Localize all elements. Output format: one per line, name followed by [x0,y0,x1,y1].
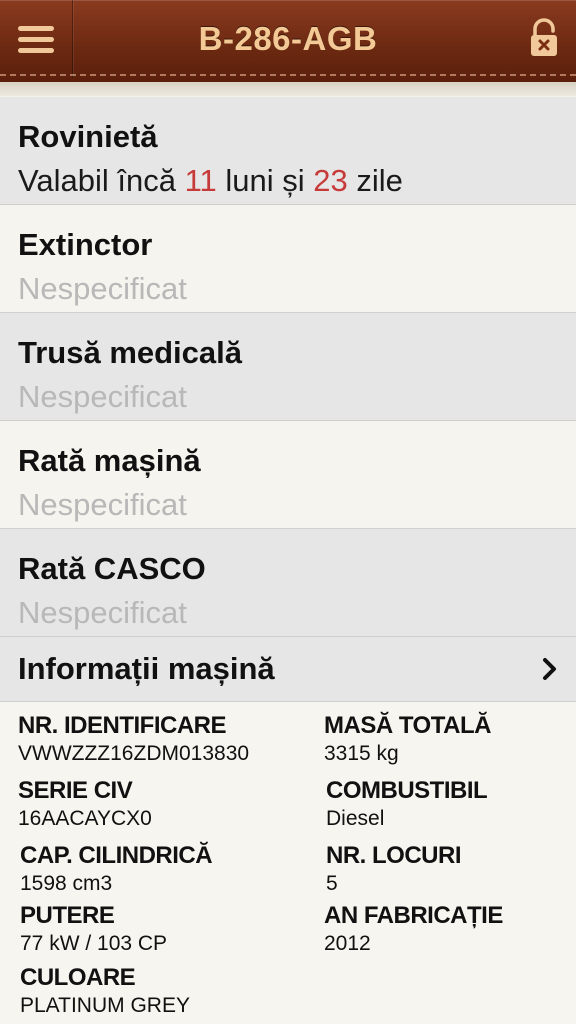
detail-identificare: NR. IDENTIFICARE VWWZZZ16ZDM013830 [18,712,250,765]
row-value: Nespecificat [18,379,187,414]
row-label: Rată CASCO [18,551,206,586]
row-value: Nespecificat [18,487,187,522]
row-rovinieta[interactable]: Rovinietă Valabil încă 11 luni și 23 zil… [0,97,576,205]
header-shadow [0,82,576,96]
page-title: B-286-AGB [198,20,378,57]
chevron-right-icon [543,658,556,680]
detail-combustibil: COMBUSTIBIL Diesel [326,777,488,830]
detail-nr-locuri: NR. LOCURI 5 [326,842,462,895]
car-details: NR. IDENTIFICARE VWWZZZ16ZDM013830 MASĂ … [0,702,576,1024]
row-value: Nespecificat [18,595,187,630]
car-info-row[interactable]: Informații mașină [0,637,576,702]
days-count: 23 [313,163,348,198]
lock-button[interactable] [528,18,560,58]
row-extinctor[interactable]: Extinctor Nespecificat [0,205,576,313]
detail-cap-cilindrica: CAP. CILINDRICĂ 1598 cm3 [20,842,213,895]
detail-culoare: CULOARE PLATINUM GREY [20,964,190,1017]
rovinieta-validity: Valabil încă 11 luni și 23 zile [18,163,403,198]
row-label: Rată mașină [18,443,201,478]
detail-masa-totala: MASĂ TOTALĂ 3315 kg [324,712,491,765]
row-label: Extinctor [18,227,153,262]
row-label: Trusă medicală [18,335,243,370]
detail-putere: PUTERE 77 kW / 103 CP [20,902,168,955]
car-info-label: Informații mașină [18,651,275,686]
menu-button[interactable] [0,0,73,78]
row-rata-masina[interactable]: Rată mașină Nespecificat [0,421,576,529]
row-value: Nespecificat [18,271,187,306]
row-rata-casco[interactable]: Rată CASCO Nespecificat [0,529,576,637]
detail-an-fabricatie: AN FABRICAȚIE 2012 [324,902,503,955]
app-header: B-286-AGB [0,0,576,84]
row-label: Rovinietă [18,119,158,154]
row-trusa-medicala[interactable]: Trusă medicală Nespecificat [0,313,576,421]
months-count: 11 [184,163,217,198]
lock-icon [531,18,557,56]
detail-serie-civ: SERIE CIV 16AACAYCX0 [18,777,152,830]
